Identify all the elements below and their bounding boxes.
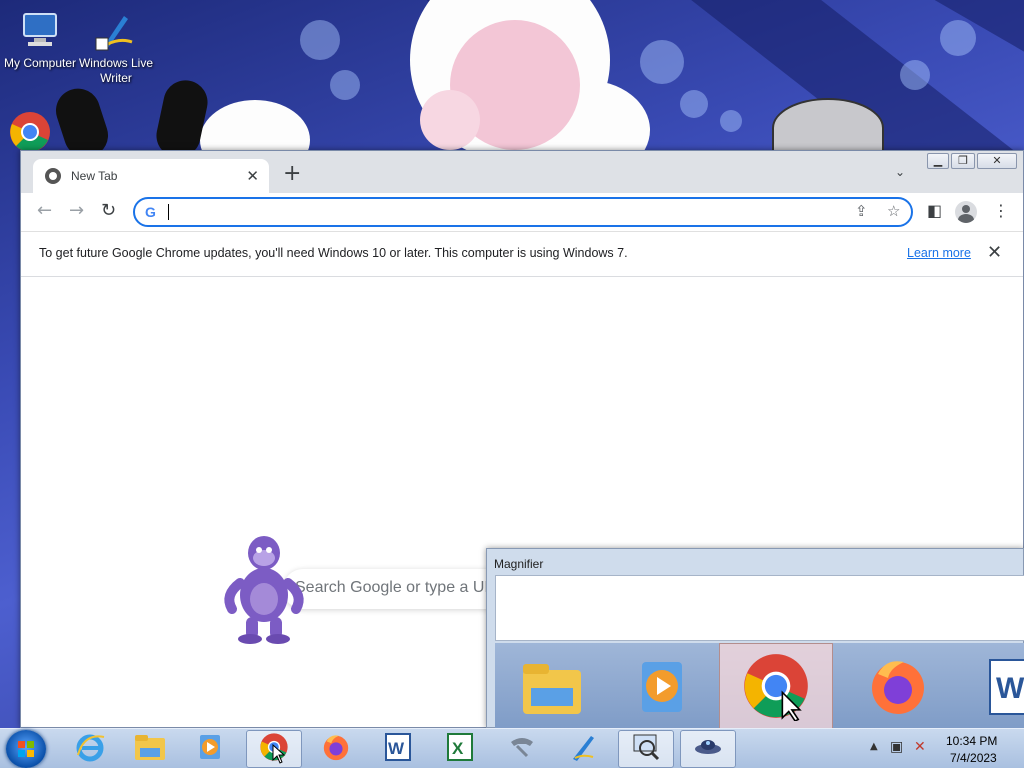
excel-icon: X — [445, 732, 475, 766]
mouse-cursor — [272, 743, 286, 768]
chrome-toolbar: ← → ↻ G ⇪ ☆ ◧ ⋮ — [21, 193, 1023, 231]
desktop-icon-windows-live-writer[interactable]: Windows Live Writer — [76, 8, 156, 86]
update-infobar: To get future Google Chrome updates, you… — [21, 231, 1023, 277]
desktop-icon-label: Windows Live Writer — [78, 56, 154, 85]
paint-brush-icon — [569, 732, 599, 766]
magnifier-icon — [631, 732, 661, 766]
taskbar-media-player[interactable] — [182, 730, 238, 768]
desktop-icon-label: My Computer — [3, 56, 77, 70]
svg-text:W: W — [996, 672, 1024, 705]
text-caret — [168, 204, 169, 220]
close-window-button[interactable]: ✕ — [977, 153, 1017, 169]
taskbar-bonzibuddy[interactable] — [680, 730, 736, 768]
clock-time[interactable]: 10:34 PM — [946, 734, 997, 748]
forward-arrow-icon[interactable]: → — [69, 201, 84, 221]
tab-new-tab[interactable]: New Tab ✕ — [33, 159, 269, 193]
reload-icon[interactable]: ↻ — [101, 201, 116, 221]
magnifier-window[interactable]: Magnifier W — [486, 548, 1024, 729]
media-player-icon — [195, 732, 225, 766]
desktop-icon-my-computer[interactable]: My Computer — [0, 8, 80, 71]
taskbar-excel[interactable]: X — [432, 730, 488, 768]
word-icon: W — [383, 732, 413, 766]
side-panel-icon[interactable]: ◧ — [927, 201, 942, 220]
magnifier-view: W — [495, 643, 1024, 729]
address-input[interactable] — [165, 202, 825, 222]
magnifier-toolbar[interactable] — [495, 575, 1024, 641]
magnified-media-player-icon — [605, 643, 719, 729]
tab-title: New Tab — [71, 169, 118, 183]
volume-muted-icon[interactable]: ✕ — [914, 739, 926, 755]
minimize-button[interactable]: ▁ — [927, 153, 949, 169]
taskbar-word[interactable]: W — [370, 730, 426, 768]
phone-handset-icon — [507, 732, 537, 766]
mouse-character-image — [772, 98, 884, 158]
chrome-icon — [8, 110, 52, 154]
menu-kebab-icon[interactable]: ⋮ — [993, 201, 1009, 220]
computer-icon — [18, 8, 62, 52]
magnified-chrome-icon — [719, 643, 833, 729]
infobar-close-icon[interactable]: ✕ — [987, 242, 1002, 263]
google-g-icon: G — [145, 204, 156, 220]
back-arrow-icon[interactable]: ← — [37, 201, 52, 221]
network-icon[interactable]: ▣ — [890, 739, 903, 755]
omnibox[interactable]: G ⇪ ☆ — [133, 197, 913, 227]
magnified-word-icon: W — [955, 643, 1024, 729]
learn-more-link[interactable]: Learn more — [907, 246, 971, 260]
bonzi-buddy-character[interactable] — [222, 533, 306, 645]
bookmark-star-icon[interactable]: ☆ — [887, 202, 900, 220]
taskbar-internet-explorer[interactable] — [62, 730, 118, 768]
infobar-message: To get future Google Chrome updates, you… — [39, 246, 628, 260]
start-button[interactable] — [6, 730, 46, 768]
svg-text:W: W — [388, 739, 405, 758]
system-tray: ▲ ▣ ✕ 10:34 PM 7/4/2023 — [864, 729, 1024, 768]
show-hidden-icons-icon[interactable]: ▲ — [870, 741, 878, 752]
bonzi-ship-icon — [693, 732, 723, 766]
restore-button[interactable]: ❐ — [951, 153, 975, 169]
taskbar: W X ▲ ▣ ✕ 10:34 PM 7/4/2023 — [0, 728, 1024, 768]
profile-avatar-icon[interactable] — [955, 201, 977, 223]
ntp-search-placeholder: Search Google or type a URL — [295, 579, 505, 596]
chrome-tab-favicon-icon — [45, 168, 61, 184]
magnified-firefox-icon — [841, 643, 955, 729]
clock-date[interactable]: 7/4/2023 — [950, 751, 997, 765]
taskbar-windows-explorer[interactable] — [122, 730, 178, 768]
taskbar-magnifier[interactable] — [618, 730, 674, 768]
taskbar-phone[interactable] — [494, 730, 550, 768]
magnified-explorer-icon — [495, 643, 609, 729]
svg-text:X: X — [452, 739, 464, 758]
share-icon[interactable]: ⇪ — [855, 202, 868, 220]
taskbar-firefox[interactable] — [308, 730, 364, 768]
tab-close-icon[interactable]: ✕ — [246, 167, 259, 185]
magnifier-title: Magnifier — [494, 557, 544, 571]
writer-icon — [94, 8, 138, 52]
internet-explorer-icon — [74, 731, 106, 767]
taskbar-paint[interactable] — [556, 730, 612, 768]
new-tab-button[interactable]: + — [283, 163, 301, 185]
firefox-icon — [321, 732, 351, 766]
tab-search-chevron-icon[interactable]: ⌄ — [895, 165, 905, 179]
chrome-titlebar[interactable]: New Tab ✕ + ⌄ ▁ ❐ ✕ — [21, 151, 1023, 193]
folder-icon — [133, 732, 167, 766]
